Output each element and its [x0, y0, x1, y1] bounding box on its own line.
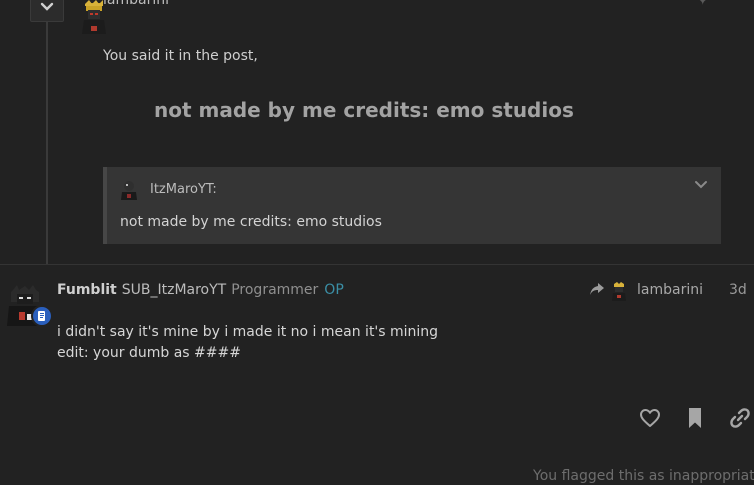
- quote-username: ItzMaroYT:: [150, 182, 217, 197]
- op-badge: OP: [324, 282, 344, 298]
- collapse-toggle-button[interactable]: [30, 0, 64, 22]
- reply-to-avatar[interactable]: [611, 282, 627, 302]
- flag-notice: You flagged this as inappropriate: [533, 468, 754, 484]
- link-icon[interactable]: [728, 406, 752, 430]
- reply-text: You said it in the post,: [103, 48, 258, 64]
- post-body: i didn't say it's mine by i made it no i…: [57, 322, 438, 364]
- poster-username[interactable]: Fumblit: [57, 282, 117, 298]
- quote-avatar: [121, 181, 137, 200]
- post-body-line: i didn't say it's mine by i made it no i…: [57, 324, 439, 340]
- thread-line: [46, 22, 48, 264]
- bookmark-icon[interactable]: [686, 407, 704, 429]
- share-arrow-icon[interactable]: [589, 281, 605, 297]
- top-post-username[interactable]: lambarini: [103, 0, 169, 8]
- heart-icon[interactable]: [639, 408, 661, 428]
- pin-icon: ✦: [696, 0, 709, 9]
- post-body-line: edit: your dumb as ####: [57, 345, 241, 361]
- chevron-down-icon[interactable]: [693, 177, 709, 193]
- scroll-icon: [38, 311, 45, 321]
- quote-block: [103, 167, 721, 244]
- reply-to-username[interactable]: lambarini: [637, 282, 703, 298]
- quoted-heading: not made by me credits: emo studios: [154, 98, 574, 122]
- quote-text: not made by me credits: emo studios: [120, 214, 382, 230]
- chevron-down-icon: [40, 2, 54, 11]
- post-date[interactable]: 3d: [729, 282, 747, 298]
- flair-badge: [31, 305, 53, 327]
- poster-user-title: Programmer: [231, 282, 319, 298]
- post-divider: [0, 264, 754, 265]
- poster-info: Fumblit SUB_ItzMaroYT Programmer OP: [57, 282, 344, 298]
- poster-full-name[interactable]: SUB_ItzMaroYT: [122, 282, 226, 298]
